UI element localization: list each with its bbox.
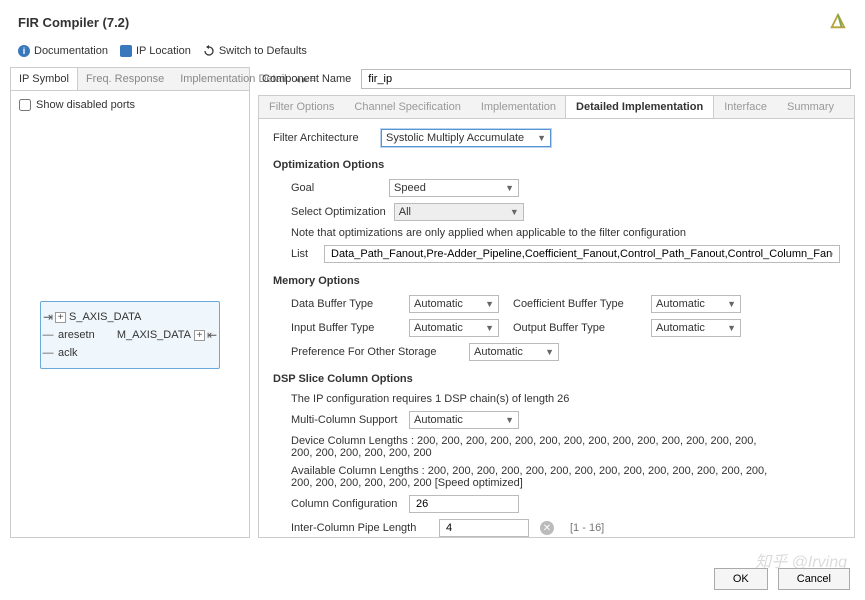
pipe-length-range: [1 - 16]	[570, 522, 604, 534]
port-pin-icon: —	[41, 347, 55, 359]
goal-select[interactable]: Speed▼	[389, 179, 519, 197]
chevron-down-icon: ▼	[545, 347, 554, 357]
port-aresetn: aresetn	[55, 329, 117, 341]
switch-defaults-label: Switch to Defaults	[219, 45, 307, 57]
port-pin-icon: —	[41, 329, 55, 341]
switch-defaults-link[interactable]: Switch to Defaults	[203, 45, 307, 57]
select-optimization-select[interactable]: All▼	[394, 203, 524, 221]
info-icon: i	[18, 45, 30, 57]
tab-channel-specification[interactable]: Channel Specification	[344, 96, 470, 118]
clear-icon[interactable]: ✕	[540, 521, 554, 535]
multi-column-label: Multi-Column Support	[291, 414, 401, 426]
chevron-down-icon: ▼	[510, 207, 519, 217]
chevron-down-icon: ▼	[485, 323, 494, 333]
dsp-config-req: The IP configuration requires 1 DSP chai…	[291, 393, 840, 405]
tab-summary[interactable]: Summary	[777, 96, 844, 118]
data-buffer-label: Data Buffer Type	[291, 298, 401, 310]
multi-column-select[interactable]: Automatic▼	[409, 411, 519, 429]
documentation-link[interactable]: i Documentation	[18, 45, 108, 57]
chevron-down-icon: ▼	[727, 299, 736, 309]
chevron-down-icon: ▼	[727, 323, 736, 333]
coeff-buffer-select[interactable]: Automatic▼	[651, 295, 741, 313]
tab-implementation[interactable]: Implementation	[471, 96, 566, 118]
goal-label: Goal	[291, 182, 381, 194]
column-config-label: Column Configuration	[291, 498, 401, 510]
tab-ip-symbol[interactable]: IP Symbol	[11, 68, 78, 90]
input-buffer-label: Input Buffer Type	[291, 322, 401, 334]
component-name-input[interactable]	[361, 69, 851, 89]
input-buffer-select[interactable]: Automatic▼	[409, 319, 499, 337]
show-disabled-ports-input[interactable]	[19, 99, 31, 111]
output-buffer-select[interactable]: Automatic▼	[651, 319, 741, 337]
available-column-lengths: Available Column Lengths : 200, 200, 200…	[291, 465, 771, 489]
filter-architecture-select[interactable]: Systolic Multiply Accumulate▼	[381, 129, 551, 147]
reset-icon	[203, 45, 215, 57]
coeff-buffer-label: Coefficient Buffer Type	[513, 298, 643, 310]
show-disabled-ports-label: Show disabled ports	[36, 99, 135, 111]
device-column-lengths: Device Column Lengths : 200, 200, 200, 2…	[291, 435, 771, 459]
cancel-button[interactable]: Cancel	[778, 568, 850, 590]
memory-options-title: Memory Options	[273, 275, 840, 287]
chevron-down-icon: ▼	[537, 133, 546, 143]
pipe-length-input[interactable]	[439, 519, 529, 537]
content-area: Filter Architecture Systolic Multiply Ac…	[258, 118, 855, 538]
right-panel: Component Name Filter Options Channel Sp…	[258, 67, 855, 538]
documentation-label: Documentation	[34, 45, 108, 57]
bus-in-icon: ⇥	[43, 310, 53, 324]
port-m-axis-data: M_AXIS_DATA	[117, 329, 194, 341]
tab-filter-options[interactable]: Filter Options	[259, 96, 344, 118]
select-optimization-label: Select Optimization	[291, 206, 386, 218]
chevron-down-icon: ▼	[485, 299, 494, 309]
optimization-note: Note that optimizations are only applied…	[291, 227, 840, 239]
show-disabled-ports-checkbox[interactable]: Show disabled ports	[19, 99, 241, 111]
ip-location-label: IP Location	[136, 45, 191, 57]
left-panel: IP Symbol Freq. Response Implementation …	[10, 67, 250, 538]
ip-icon	[120, 45, 132, 57]
expand-icon[interactable]: +	[55, 312, 66, 323]
vendor-logo	[829, 12, 847, 33]
port-s-axis-data: S_AXIS_DATA	[66, 311, 205, 323]
pref-storage-select[interactable]: Automatic▼	[469, 343, 559, 361]
optimization-options-title: Optimization Options	[273, 159, 840, 171]
filter-architecture-label: Filter Architecture	[273, 132, 373, 144]
expand-icon[interactable]: +	[194, 330, 205, 341]
list-label: List	[291, 248, 316, 260]
optimization-list-input[interactable]	[324, 245, 840, 263]
port-aclk: aclk	[55, 347, 205, 359]
data-buffer-select[interactable]: Automatic▼	[409, 295, 499, 313]
ip-symbol-diagram: ⇥ + S_AXIS_DATA — aresetn M_AXIS_DATA + …	[40, 301, 220, 369]
tab-detailed-implementation[interactable]: Detailed Implementation	[565, 96, 714, 118]
tab-interface[interactable]: Interface	[714, 96, 777, 118]
chevron-down-icon: ▼	[505, 183, 514, 193]
dsp-options-title: DSP Slice Column Options	[273, 373, 840, 385]
column-config-input[interactable]	[409, 495, 519, 513]
tab-freq-response[interactable]: Freq. Response	[78, 68, 172, 90]
pref-storage-label: Preference For Other Storage	[291, 346, 461, 358]
pipe-length-label: Inter-Column Pipe Length	[291, 522, 431, 534]
component-name-label: Component Name	[262, 73, 351, 85]
ip-location-link[interactable]: IP Location	[120, 45, 191, 57]
ok-button[interactable]: OK	[714, 568, 768, 590]
window-title: FIR Compiler (7.2)	[18, 15, 129, 30]
chevron-down-icon: ▼	[505, 415, 514, 425]
output-buffer-label: Output Buffer Type	[513, 322, 643, 334]
bus-out-icon: ⇤	[207, 328, 217, 342]
